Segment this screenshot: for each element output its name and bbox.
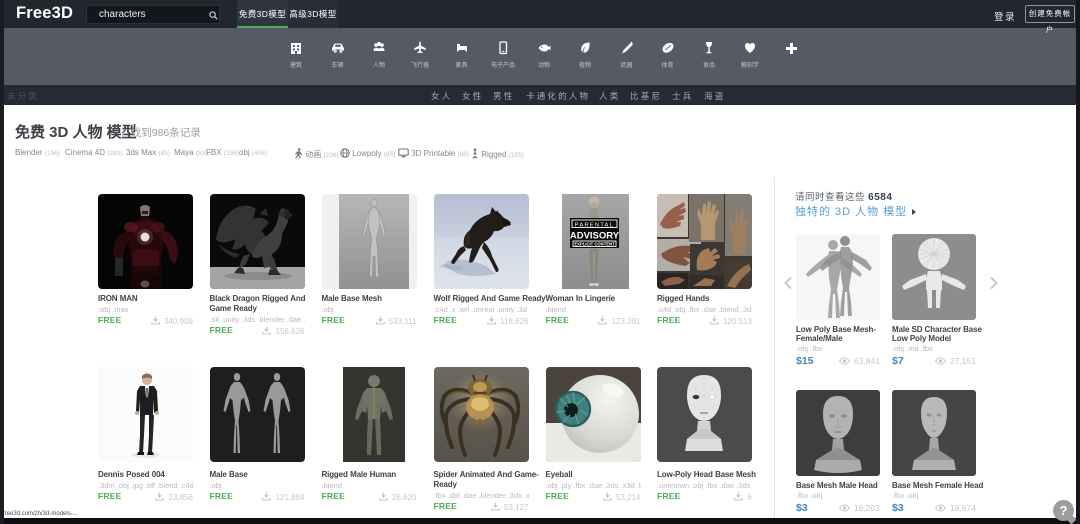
svg-text:ADVISORY: ADVISORY [569, 231, 619, 242]
svg-text:PARENTAL: PARENTAL [574, 223, 613, 229]
svg-text:EXPLICIT CONTENT: EXPLICIT CONTENT [574, 242, 615, 247]
